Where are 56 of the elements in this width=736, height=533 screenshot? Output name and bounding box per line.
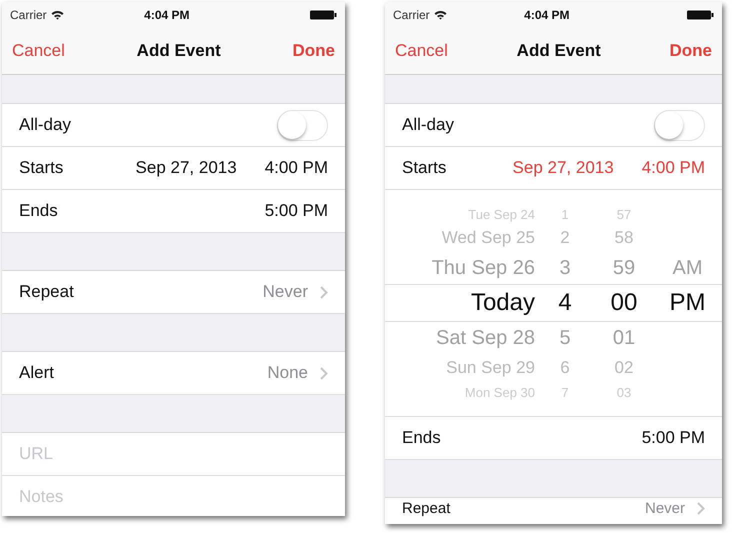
row-label: Alert [19, 363, 54, 383]
nav-title: Add Event [136, 41, 221, 61]
chevron-icon [697, 502, 705, 515]
row-value: Never [644, 500, 685, 517]
picker-hour[interactable]: 2 [535, 228, 595, 248]
row-value: Never [262, 282, 308, 302]
text-field[interactable]: Notes [19, 485, 219, 509]
row-label: Repeat [19, 282, 74, 302]
row-label: All-day [19, 115, 71, 135]
picker-hour[interactable]: 3 [535, 256, 595, 280]
battery-icon [310, 10, 337, 20]
carrier-label: Carrier [393, 8, 430, 22]
status-time: 4:04 PM [143, 8, 191, 22]
cancel-button[interactable]: Cancel [12, 39, 65, 63]
row-label: Starts [402, 158, 446, 178]
time-value[interactable]: 5:00 PM [642, 428, 705, 448]
date-value[interactable]: Sep 27, 2013 [512, 158, 614, 178]
row-label: Ends [402, 428, 441, 448]
picker-hour[interactable]: 4 [535, 289, 595, 317]
picker-period[interactable]: AM [672, 256, 702, 278]
row-value: None [267, 363, 308, 383]
cancel-button[interactable]: Cancel [395, 39, 448, 63]
picker-date[interactable]: Today [385, 289, 535, 317]
time-value[interactable]: 4:00 PM [264, 158, 328, 178]
date-value[interactable]: Sep 27, 2013 [136, 158, 237, 178]
time-value[interactable]: 4:00 PM [642, 158, 705, 178]
nav-title: Add Event [516, 41, 601, 61]
picker-minute[interactable]: 01 [595, 326, 653, 350]
picker-minute[interactable]: 00 [595, 289, 653, 317]
row-label: Repeat [402, 500, 450, 517]
row-label: Ends [19, 201, 58, 221]
time-value[interactable]: 5:00 PM [264, 201, 328, 221]
row-label: All-day [402, 115, 454, 135]
picker-minute[interactable]: 02 [595, 358, 653, 378]
picker-date[interactable]: Thu Sep 26 [385, 256, 535, 280]
battery-icon [687, 10, 714, 20]
toggle-switch[interactable] [277, 110, 328, 140]
chevron-icon [320, 366, 328, 380]
wifi-icon [434, 10, 447, 20]
done-button[interactable]: Done [292, 39, 335, 63]
picker-date[interactable]: Sun Sep 29 [385, 358, 535, 378]
picker-period[interactable]: PM [670, 289, 706, 316]
toggle-switch[interactable] [654, 110, 705, 140]
picker-hour[interactable]: 5 [535, 326, 595, 350]
picker-minute[interactable]: 58 [595, 228, 653, 248]
picker-minute[interactable]: 59 [595, 256, 653, 280]
row-label: Starts [19, 158, 64, 178]
status-time: 4:04 PM [523, 8, 571, 22]
text-field[interactable]: URL [19, 442, 219, 466]
done-button[interactable]: Done [669, 39, 712, 63]
carrier-label: Carrier [10, 8, 47, 22]
picker-hour[interactable]: 6 [535, 358, 595, 378]
wifi-icon [50, 10, 64, 20]
picker-date[interactable]: Wed Sep 25 [385, 228, 535, 248]
picker-date[interactable]: Sat Sep 28 [385, 326, 535, 350]
chevron-icon [320, 286, 328, 298]
